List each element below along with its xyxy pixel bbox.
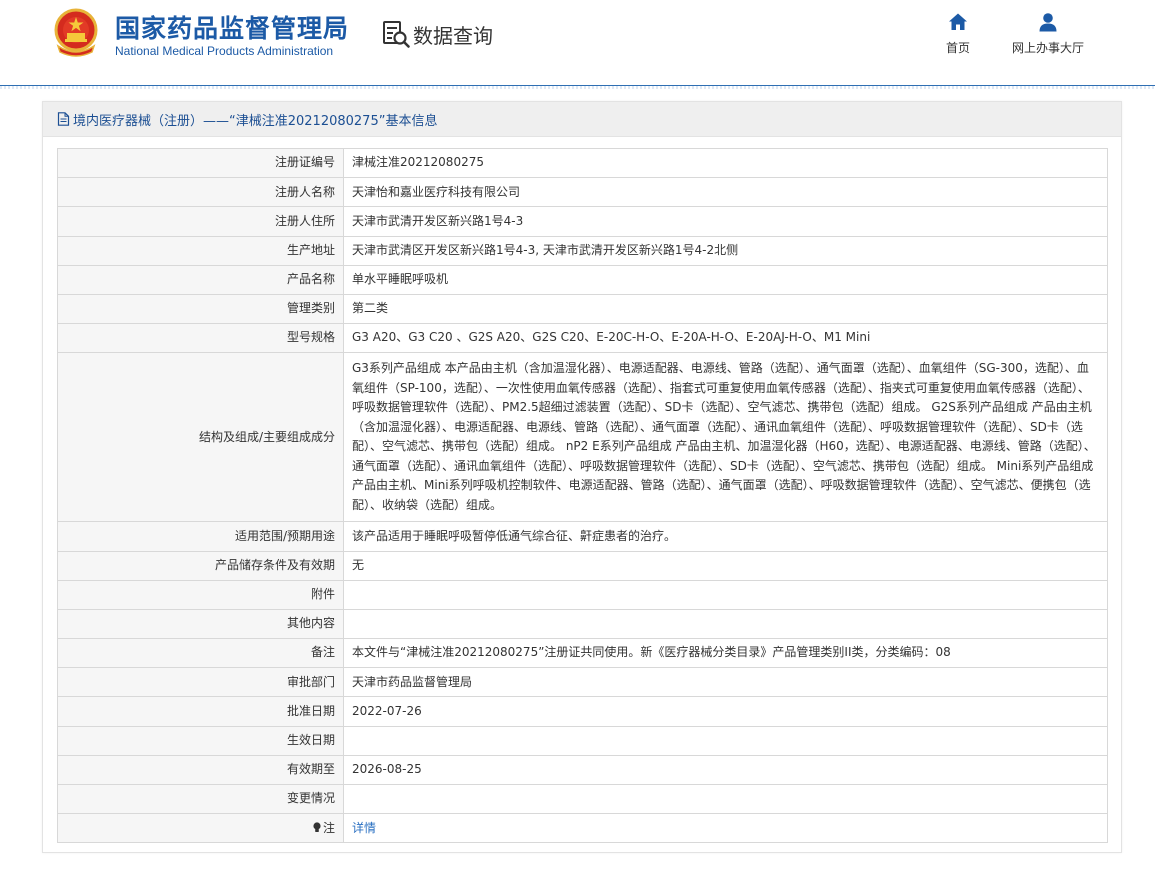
row-label: 注册人名称 <box>57 177 344 208</box>
row-value <box>343 608 1108 640</box>
row-label: 备注 <box>57 638 344 669</box>
user-icon <box>1039 13 1057 32</box>
table-row: 备注 本文件与“津械注准20212080275”注册证共同使用。新《医疗器械分类目… <box>57 638 1108 669</box>
table-row: 其他内容 <box>57 608 1108 640</box>
row-label: 其他内容 <box>57 608 344 640</box>
row-value: G3 A20、G3 C20 、G2S A20、G2S C20、E-20C-H-O… <box>343 323 1108 354</box>
nav-home-label[interactable]: 首页 <box>946 39 970 56</box>
table-row: 批准日期 2022-07-26 <box>57 696 1108 727</box>
row-label: 批准日期 <box>57 696 344 727</box>
details-link[interactable]: 详情 <box>352 821 376 835</box>
row-label: 产品名称 <box>57 264 344 295</box>
table-row: 变更情况 <box>57 783 1108 815</box>
row-label: 适用范围/预期用途 <box>57 521 344 552</box>
row-value: 无 <box>343 550 1108 581</box>
row-label: 注册证编号 <box>57 147 344 179</box>
data-query-label: 数据查询 <box>413 23 493 48</box>
table-row: 产品储存条件及有效期无 <box>57 550 1108 581</box>
document-search-icon <box>383 21 410 48</box>
row-label: 型号规格 <box>57 323 344 354</box>
row-value: 本文件与“津械注准20212080275”注册证共同使用。新《医疗器械分类目录》… <box>343 638 1108 669</box>
row-label: 生效日期 <box>57 725 344 756</box>
note-label: 注 <box>322 820 335 835</box>
site-header: 国家药品监督管理局 National Medical Products Admi… <box>0 0 1155 86</box>
table-row: 注册人住所 天津市武清开发区新兴路1号4-3 <box>57 206 1108 237</box>
row-label: 注册人住所 <box>57 206 344 237</box>
panel-title: 境内医疗器械（注册）——“津械注准20212080275”基本信息 <box>73 113 438 129</box>
row-value: 天津市武清区开发区新兴路1号4-3, 天津市武清开发区新兴路1号4-2北侧 <box>343 235 1108 266</box>
row-value: 津械注准20212080275 <box>343 147 1108 179</box>
table-row: 管理类别 第二类 <box>57 293 1108 325</box>
row-value: 天津市药品监督管理局 <box>343 667 1108 698</box>
table-row: 审批部门 天津市药品监督管理局 <box>57 667 1108 698</box>
panel-header: 境内医疗器械（注册）——“津械注准20212080275”基本信息 <box>43 102 1121 137</box>
row-label: 附件 <box>57 579 344 610</box>
row-value: 天津市武清开发区新兴路1号4-3 <box>343 206 1108 237</box>
row-value: 2026-08-25 <box>343 754 1108 786</box>
row-label: 生产地址 <box>57 235 344 266</box>
header-divider <box>0 86 1155 89</box>
table-row: 注 详情 <box>57 813 1108 844</box>
row-label: 结构及组成/主要组成成分 <box>57 352 344 523</box>
row-value: 详情 <box>343 813 1108 844</box>
data-query-heading: 数据查询 <box>381 18 493 50</box>
table-row: 生效日期 <box>57 725 1108 756</box>
nav-online-service-hall-label[interactable]: 网上办事大厅 <box>1012 39 1084 56</box>
table-row: 有效期至 2026-08-25 <box>57 754 1108 786</box>
row-value <box>343 579 1108 610</box>
row-label: 有效期至 <box>57 754 344 786</box>
info-table: 注册证编号 津械注准20212080275 注册人名称 天津怡和嘉业医疗科技有限公司… <box>57 147 1108 844</box>
row-label: 产品储存条件及有效期 <box>57 550 344 581</box>
row-value: 2022-07-26 <box>343 696 1108 727</box>
table-row: 生产地址 天津市武清区开发区新兴路1号4-3, 天津市武清开发区新兴路1号4-2北… <box>57 235 1108 266</box>
table-row: 型号规格 G3 A20、G3 C20 、G2S A20、G2S C20、E-20C… <box>57 323 1108 354</box>
detail-panel: 境内医疗器械（注册）——“津械注准20212080275”基本信息 注册证编号津… <box>42 101 1122 853</box>
table-row: 注册证编号 津械注准20212080275 <box>57 147 1108 179</box>
row-value: 单水平睡眠呼吸机 <box>343 264 1108 295</box>
table-row: 适用范围/预期用途 该产品适用于睡眠呼吸暂停低通气综合征、鼾症患者的治疗。 <box>57 521 1108 552</box>
table-row: 产品名称 单水平睡眠呼吸机 <box>57 264 1108 295</box>
home-icon <box>949 13 967 30</box>
table-row: 附件 <box>57 579 1108 610</box>
row-value: G3系列产品组成 本产品由主机（含加温湿化器）、电源适配器、电源线、管路（选配）… <box>343 352 1108 523</box>
national-emblem-icon <box>54 8 98 57</box>
row-value <box>343 725 1108 756</box>
row-label: 变更情况 <box>57 783 344 815</box>
table-row: 结构及组成/主要组成成分 G3系列产品组成 本产品由主机（含加温湿化器）、电源适配… <box>57 352 1108 523</box>
nav-home[interactable]: 首页 <box>940 12 976 56</box>
row-label-note: 注 <box>57 813 344 844</box>
nav-online-service-hall[interactable]: 网上办事大厅 <box>1005 12 1091 56</box>
site-logo-title[interactable]: 国家药品监督管理局 <box>115 9 349 45</box>
row-value <box>343 783 1108 815</box>
document-icon <box>57 112 70 126</box>
row-label: 管理类别 <box>57 293 344 325</box>
row-value: 第二类 <box>343 293 1108 325</box>
row-value: 天津怡和嘉业医疗科技有限公司 <box>343 177 1108 208</box>
table-row: 注册人名称 天津怡和嘉业医疗科技有限公司 <box>57 177 1108 208</box>
row-label: 审批部门 <box>57 667 344 698</box>
row-value: 该产品适用于睡眠呼吸暂停低通气综合征、鼾症患者的治疗。 <box>343 521 1108 552</box>
lightbulb-icon <box>313 821 321 832</box>
site-logo-subtitle[interactable]: National Medical Products Administration <box>115 44 333 58</box>
